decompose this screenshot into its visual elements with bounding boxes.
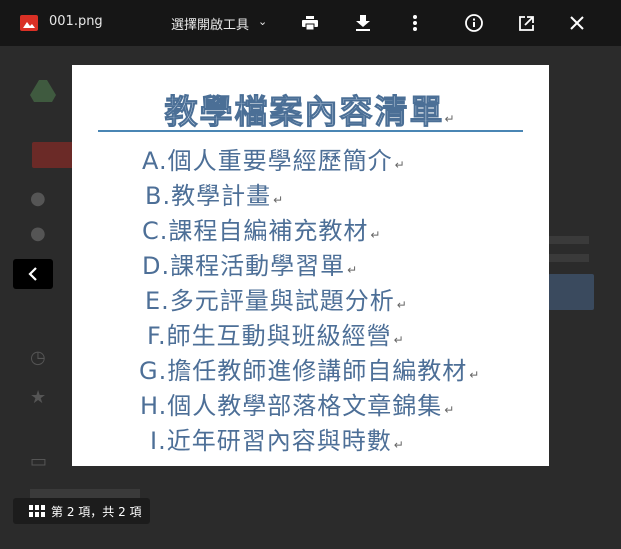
file-name: 001.png <box>49 14 103 29</box>
list-item: F.師生互動與班級經營 ↵ <box>147 322 405 350</box>
grid-view-icon <box>29 505 45 517</box>
list-item: D.課程活動學習單 ↵ <box>142 252 359 280</box>
open-in-new-window-button[interactable] <box>514 11 538 35</box>
print-icon <box>302 16 318 30</box>
info-icon <box>465 14 483 32</box>
page-counter[interactable]: 第 2 項，共 2 項 <box>13 498 150 524</box>
document-title-text: 教學檔案內容清單 <box>164 92 445 132</box>
list-item: A.個人重要學經歷簡介 ↵ <box>142 147 406 175</box>
clock-icon: ◷ <box>30 347 46 368</box>
list-item: B.教學計畫 ↵ <box>145 182 285 210</box>
more-vert-icon <box>413 15 417 31</box>
list-item: E.多元評量與試題分析 ↵ <box>145 287 408 315</box>
list-item: C.課程自編補充教材 ↵ <box>142 217 382 245</box>
viewer-toolbar: 001.png 選擇開啟工具 ⌄ <box>0 0 621 46</box>
close-icon <box>570 16 584 30</box>
previous-button[interactable] <box>13 259 53 289</box>
open-in-new-icon <box>518 15 534 31</box>
image-file-icon <box>20 15 38 31</box>
more-options-button[interactable] <box>403 11 427 35</box>
star-icon: ★ <box>30 387 47 408</box>
list-item: G.擔任教師進修講師自編教材 ↵ <box>139 357 481 385</box>
people-icon: ● <box>30 223 46 244</box>
chevron-left-icon <box>28 267 37 281</box>
download-icon <box>356 15 370 31</box>
close-button[interactable] <box>565 11 589 35</box>
page-counter-text: 第 2 項，共 2 項 <box>51 504 142 519</box>
image-preview: 教學檔案內容清單↵ A.個人重要學經歷簡介 ↵ B.教學計畫 ↵ C.課程自編補充教… <box>72 65 549 466</box>
drive-logo-icon <box>30 80 56 102</box>
document-title: 教學檔案內容清單↵ <box>72 85 549 133</box>
details-button[interactable] <box>462 11 486 35</box>
download-button[interactable] <box>351 11 375 35</box>
paragraph-mark: ↵ <box>444 112 457 126</box>
print-button[interactable] <box>298 11 322 35</box>
list-item: I.近年研習內容與時數 ↵ <box>150 427 405 455</box>
open-with-button[interactable]: 選擇開啟工具 <box>171 14 249 33</box>
background-line <box>549 254 589 262</box>
chevron-down-icon[interactable]: ⌄ <box>258 15 267 28</box>
list-item: H.個人教學部落格文章錦集 ↵ <box>140 392 456 420</box>
title-underline <box>98 130 523 132</box>
background-panel <box>548 274 594 310</box>
camera-icon: ● <box>30 188 46 209</box>
computer-icon: ▭ <box>30 451 48 472</box>
background-line <box>549 236 589 244</box>
